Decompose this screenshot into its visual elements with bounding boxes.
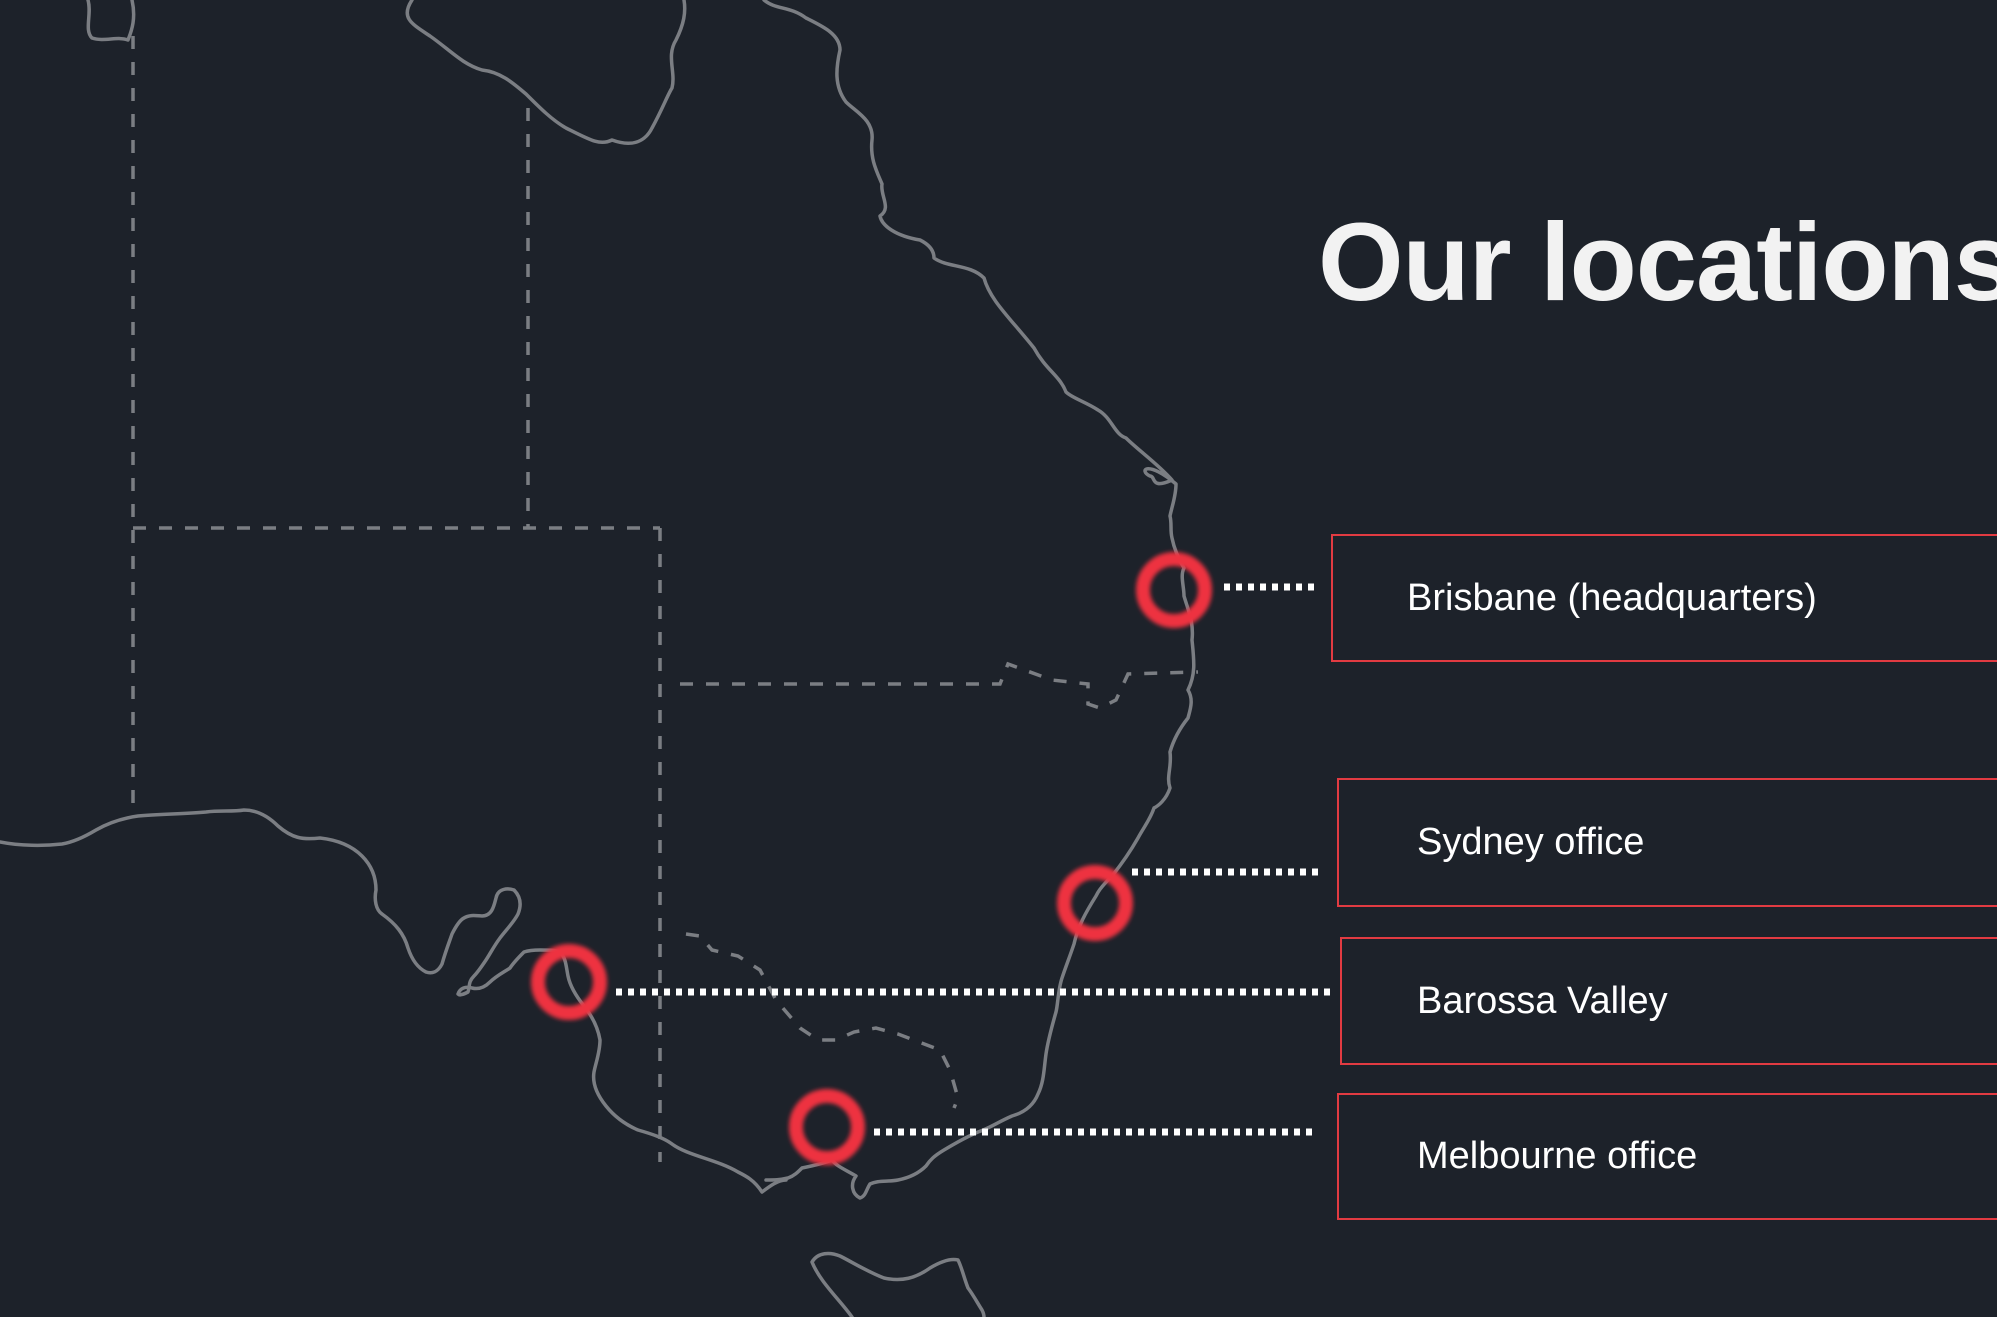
- border-nsw-vic: [685, 932, 960, 1109]
- coastline-south: [0, 808, 788, 1194]
- location-label-melbourne: Melbourne office: [1417, 1135, 1698, 1177]
- pin-melbourne-icon[interactable]: [789, 1089, 865, 1165]
- location-label-barossa: Barossa Valley: [1417, 979, 1668, 1022]
- map-page: Our locations Brisbane (headquarters) Sy…: [0, 0, 1997, 1317]
- location-box-brisbane[interactable]: Brisbane (headquarters): [1331, 534, 1997, 662]
- pin-sydney-icon[interactable]: [1057, 865, 1133, 941]
- page-title: Our locations: [1318, 201, 1997, 324]
- location-box-barossa[interactable]: Barossa Valley: [1340, 937, 1997, 1065]
- coastline-east: [762, 0, 1196, 1200]
- coastline-gulf-carpentaria: [405, 0, 687, 145]
- coastline-tasmania: [810, 1251, 986, 1317]
- border-qld-nsw: [680, 661, 1199, 710]
- location-box-melbourne[interactable]: Melbourne office: [1337, 1093, 1997, 1220]
- location-label-sydney: Sydney office: [1417, 821, 1645, 863]
- location-box-sydney[interactable]: Sydney office: [1337, 778, 1997, 907]
- coastline-northwest: [86, 0, 136, 42]
- pin-brisbane-icon[interactable]: [1136, 552, 1212, 628]
- location-label-brisbane: Brisbane (headquarters): [1407, 576, 1817, 619]
